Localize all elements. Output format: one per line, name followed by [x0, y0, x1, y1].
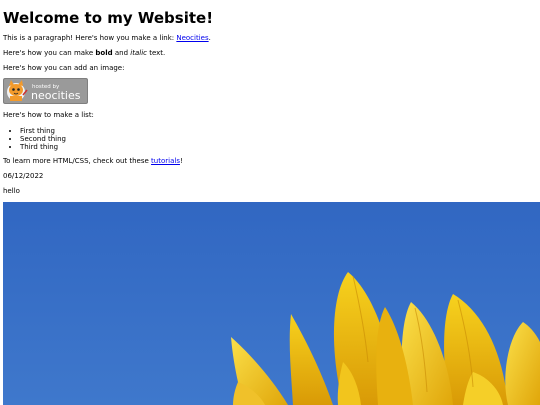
neocities-badge[interactable]: hosted by neocities: [3, 78, 88, 104]
greeting-text: hello: [3, 187, 20, 195]
sunflower-photo: [3, 202, 540, 405]
list-item: Second thing: [20, 135, 66, 143]
paragraph-text-end: .: [208, 34, 211, 42]
date-text: 06/12/2022: [3, 172, 44, 180]
paragraph-list-intro: Here's how to make a list:: [3, 111, 94, 119]
badge-brand-text: neocities: [31, 89, 81, 102]
bold-text: bold: [95, 49, 113, 57]
paragraph-text: Here's how you can make: [3, 49, 96, 57]
thing-list: First thing Second thing Third thing: [3, 127, 66, 151]
paragraph-text: To learn more HTML/CSS, check out these: [3, 157, 152, 165]
paragraph-text-end: text.: [146, 49, 166, 57]
tutorials-link[interactable]: tutorials: [151, 157, 180, 165]
paragraph-formatting: Here's how you can make bold and italic …: [3, 49, 165, 58]
list-item: Third thing: [20, 143, 66, 151]
list-item: First thing: [20, 127, 66, 135]
italic-text: italic: [130, 49, 147, 57]
paragraph-text-middle: and: [112, 49, 131, 57]
paragraph-tutorials: To learn more HTML/CSS, check out these …: [3, 157, 183, 166]
page-title: Welcome to my Website!: [3, 9, 214, 27]
paragraph-link-intro: This is a paragraph! Here's how you make…: [3, 34, 211, 43]
paragraph-image-intro: Here's how you can add an image:: [3, 64, 125, 72]
paragraph-text: This is a paragraph! Here's how you make…: [3, 34, 177, 42]
page: Welcome to my Website! This is a paragra…: [0, 0, 540, 405]
neocities-link[interactable]: Neocities: [176, 34, 208, 42]
paragraph-text-end: !: [179, 157, 183, 165]
